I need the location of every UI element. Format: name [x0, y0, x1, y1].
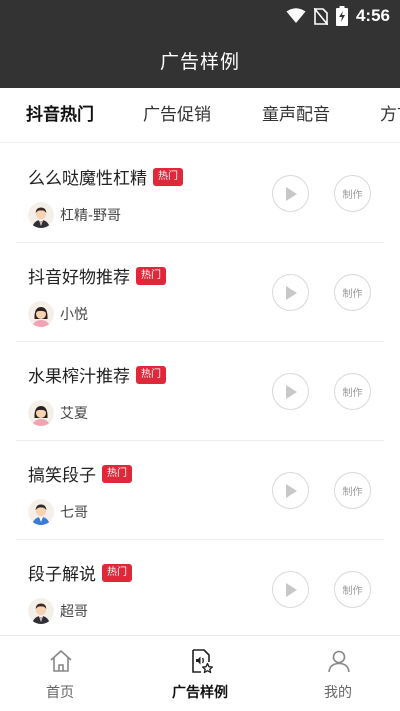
list-item[interactable]: 水果榨汁推荐 热门 艾夏 制作: [16, 342, 384, 441]
make-button[interactable]: 制作: [334, 274, 371, 311]
play-icon: [285, 483, 297, 498]
author-name: 超哥: [60, 604, 88, 620]
ad-sample-list: 么么哒魔性杠精 热门 杠精-野哥 制作 抖音好物推荐 热门 小悦 制作 水果榨汁…: [0, 144, 400, 635]
make-button[interactable]: 制作: [334, 175, 371, 212]
nav-ad-samples[interactable]: 广告样例: [140, 636, 260, 711]
category-tabs: 抖音热门 广告促销 童声配音 方言: [0, 88, 400, 143]
play-button[interactable]: [272, 274, 309, 311]
item-author: 艾夏: [28, 400, 88, 426]
hot-badge: 热门: [136, 365, 166, 384]
list-item[interactable]: 搞笑段子 热门 七哥 制作: [16, 441, 384, 540]
nav-home[interactable]: 首页: [0, 636, 120, 711]
female-avatar: [28, 301, 54, 327]
hot-badge: 热门: [136, 266, 166, 285]
item-title: 搞笑段子: [28, 466, 96, 486]
male-blue-avatar: [28, 499, 54, 525]
item-title: 抖音好物推荐: [28, 268, 130, 288]
item-title-row: 抖音好物推荐 热门: [28, 263, 166, 288]
item-title-row: 水果榨汁推荐 热门: [28, 362, 166, 387]
author-name: 七哥: [60, 505, 88, 521]
hot-badge: 热门: [153, 167, 183, 186]
audio-file-icon: [192, 649, 214, 674]
author-name: 小悦: [60, 307, 88, 323]
male-suit-avatar: [28, 202, 54, 228]
item-title: 么么哒魔性杠精: [28, 169, 147, 189]
play-button[interactable]: [272, 571, 309, 608]
play-icon: [285, 285, 297, 300]
tab-child-voice[interactable]: 童声配音: [262, 88, 330, 142]
play-button[interactable]: [272, 175, 309, 212]
nav-label: 我的: [324, 685, 352, 701]
user-icon: [328, 650, 350, 673]
make-button[interactable]: 制作: [334, 373, 371, 410]
tab-douyin-hot[interactable]: 抖音热门: [26, 88, 94, 142]
tab-dialect[interactable]: 方言: [380, 88, 400, 142]
status-bar: 4:56: [0, 0, 400, 32]
page-title: 广告样例: [159, 50, 240, 73]
home-icon: [50, 650, 72, 672]
make-button[interactable]: 制作: [334, 571, 371, 608]
nav-label: 广告样例: [172, 685, 228, 701]
play-button[interactable]: [272, 472, 309, 509]
play-icon: [285, 384, 297, 399]
status-time: 4:56: [355, 6, 390, 25]
battery-charging-icon: [335, 6, 348, 26]
list-item[interactable]: 抖音好物推荐 热门 小悦 制作: [16, 243, 384, 342]
status-icons: 4:56: [286, 4, 390, 28]
play-icon: [285, 186, 297, 201]
item-author: 杠精-野哥: [28, 202, 121, 228]
make-button[interactable]: 制作: [334, 472, 371, 509]
author-name: 杠精-野哥: [60, 208, 122, 224]
nav-label: 首页: [46, 685, 74, 701]
nav-mine[interactable]: 我的: [278, 636, 398, 711]
author-name: 艾夏: [60, 406, 88, 422]
item-title-row: 么么哒魔性杠精 热门: [28, 164, 183, 189]
item-title: 段子解说: [28, 565, 96, 585]
bottom-nav: 首页 广告样例 我的: [0, 635, 400, 711]
list-item[interactable]: 么么哒魔性杠精 热门 杠精-野哥 制作: [16, 144, 384, 243]
header: 广告样例: [0, 32, 400, 88]
item-author: 小悦: [28, 301, 88, 327]
list-item[interactable]: 段子解说 热门 超哥 制作: [16, 540, 384, 635]
item-author: 七哥: [28, 499, 88, 525]
hot-badge: 热门: [102, 563, 132, 582]
female-avatar: [28, 400, 54, 426]
item-title-row: 搞笑段子 热门: [28, 461, 132, 486]
male-suit-avatar: [28, 598, 54, 624]
item-title: 水果榨汁推荐: [28, 367, 130, 387]
hot-badge: 热门: [102, 464, 132, 483]
no-sim-icon: [313, 7, 328, 25]
item-author: 超哥: [28, 598, 88, 624]
tab-ad-promo[interactable]: 广告促销: [143, 88, 211, 142]
wifi-icon: [286, 8, 306, 23]
play-icon: [285, 582, 297, 597]
item-title-row: 段子解说 热门: [28, 560, 132, 585]
play-button[interactable]: [272, 373, 309, 410]
